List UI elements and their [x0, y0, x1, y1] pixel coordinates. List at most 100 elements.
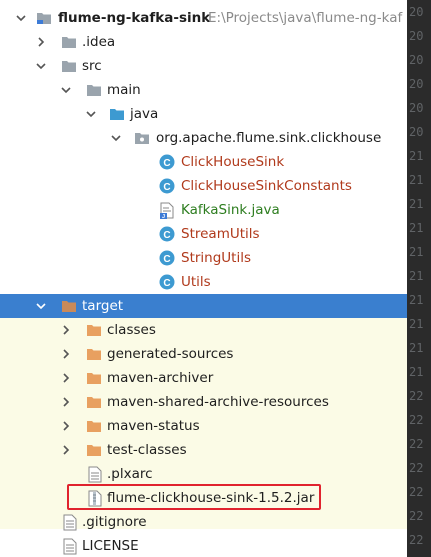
java-file-icon: J [158, 202, 175, 219]
line-number: 22 [409, 533, 424, 547]
tree-row-target-child[interactable]: maven-archiver [0, 366, 407, 390]
chevron-right-icon[interactable] [60, 372, 72, 384]
class-icon: C [158, 154, 175, 171]
chevron-down-icon[interactable] [85, 108, 97, 120]
line-number: 20 [409, 125, 424, 139]
package-label: org.apache.flume.sink.clickhouse [156, 130, 382, 146]
project-name: flume-ng-kafka-sink [58, 10, 211, 26]
chevron-down-icon[interactable] [110, 132, 122, 144]
annotation-highlight-box [67, 484, 321, 510]
folder-label-target: target [82, 298, 124, 314]
file-label: StringUtils [181, 250, 251, 266]
line-number: 21 [409, 317, 424, 331]
svg-text:C: C [163, 254, 170, 265]
file-label: KafkaSink.java [181, 202, 280, 218]
editor-line-gutter: 20 20 20 20 20 20 21 21 21 21 21 21 21 2… [407, 0, 431, 557]
line-number: 22 [409, 389, 424, 403]
folder-label: maven-archiver [107, 370, 214, 386]
chevron-right-icon[interactable] [60, 324, 72, 336]
line-number: 20 [409, 101, 424, 115]
line-number: 21 [409, 269, 424, 283]
class-icon: C [158, 250, 175, 267]
tree-row-file[interactable]: C ClickHouseSink [0, 150, 407, 174]
class-icon: C [158, 178, 175, 195]
folder-label: classes [107, 322, 156, 338]
line-number: 21 [409, 197, 424, 211]
line-number: 21 [409, 341, 424, 355]
svg-text:C: C [163, 278, 170, 289]
file-label: ClickHouseSink [181, 154, 285, 170]
folder-label-src: src [82, 58, 102, 74]
line-number: 21 [409, 221, 424, 235]
file-label: StreamUtils [181, 226, 260, 242]
tree-row-gitignore[interactable]: .gitignore [0, 510, 407, 534]
folder-label: generated-sources [107, 346, 234, 362]
tree-row-target-child[interactable]: test-classes [0, 438, 407, 462]
tree-row-src[interactable]: src [0, 54, 407, 78]
excluded-folder-icon [85, 322, 102, 339]
tree-row-file[interactable]: C StringUtils [0, 246, 407, 270]
line-number: 20 [409, 29, 424, 43]
file-label-license: LICENSE [82, 538, 139, 554]
chevron-right-icon[interactable] [35, 36, 47, 48]
svg-text:C: C [163, 182, 170, 193]
project-path: E:\Projects\java\flume-ng-kaf [208, 10, 403, 26]
tree-row-idea[interactable]: .idea [0, 30, 407, 54]
file-label: Utils [181, 274, 211, 290]
tree-row-package[interactable]: org.apache.flume.sink.clickhouse [0, 126, 407, 150]
chevron-down-icon[interactable] [35, 60, 47, 72]
line-number: 21 [409, 365, 424, 379]
tree-row-target-child[interactable]: classes [0, 318, 407, 342]
line-number: 22 [409, 485, 424, 499]
module-folder-icon [35, 10, 52, 27]
tree-row-plxarc[interactable]: .plxarc [0, 462, 407, 486]
tree-row-main[interactable]: main [0, 78, 407, 102]
folder-icon [60, 58, 77, 75]
folder-label-idea: .idea [82, 34, 116, 50]
line-number: 20 [409, 77, 424, 91]
line-number: 20 [409, 5, 424, 19]
tree-row-target-child[interactable]: maven-shared-archive-resources [0, 390, 407, 414]
line-number: 21 [409, 293, 424, 307]
folder-label: maven-status [107, 418, 200, 434]
file-label-plxarc: .plxarc [107, 466, 153, 482]
line-number: 20 [409, 53, 424, 67]
file-label-gitignore: .gitignore [82, 514, 147, 530]
tree-row-target-child[interactable]: generated-sources [0, 342, 407, 366]
text-file-icon [61, 538, 78, 555]
tree-row-root[interactable]: flume-ng-kafka-sink E:\Projects\java\flu… [0, 6, 407, 30]
folder-icon [60, 34, 77, 51]
folder-icon [85, 82, 102, 99]
line-number: 22 [409, 461, 424, 475]
line-number: 21 [409, 173, 424, 187]
source-folder-icon [108, 106, 125, 123]
chevron-down-icon[interactable] [35, 300, 47, 312]
file-label: ClickHouseSinkConstants [181, 178, 352, 194]
chevron-right-icon[interactable] [60, 444, 72, 456]
chevron-right-icon[interactable] [60, 396, 72, 408]
tree-row-file[interactable]: J KafkaSink.java [0, 198, 407, 222]
excluded-folder-icon [85, 346, 102, 363]
chevron-down-icon[interactable] [60, 84, 72, 96]
text-file-icon [61, 514, 78, 531]
folder-label: test-classes [107, 442, 187, 458]
chevron-down-icon[interactable] [15, 12, 27, 24]
tree-row-file[interactable]: C Utils [0, 270, 407, 294]
chevron-right-icon[interactable] [60, 420, 72, 432]
class-icon: C [158, 274, 175, 291]
tree-row-file[interactable]: C StreamUtils [0, 222, 407, 246]
svg-text:C: C [163, 158, 170, 169]
tree-row-java[interactable]: java [0, 102, 407, 126]
line-number: 22 [409, 509, 424, 523]
folder-label-main: main [107, 82, 141, 98]
excluded-folder-icon [60, 298, 77, 315]
tree-row-target[interactable]: target [0, 294, 407, 318]
excluded-folder-icon [85, 370, 102, 387]
tree-row-file[interactable]: C ClickHouseSinkConstants [0, 174, 407, 198]
chevron-right-icon[interactable] [60, 348, 72, 360]
tree-row-target-child[interactable]: maven-status [0, 414, 407, 438]
line-number: 21 [409, 245, 424, 259]
line-number: 22 [409, 437, 424, 451]
svg-text:J: J [161, 214, 164, 219]
tree-row-license[interactable]: LICENSE [0, 534, 407, 557]
